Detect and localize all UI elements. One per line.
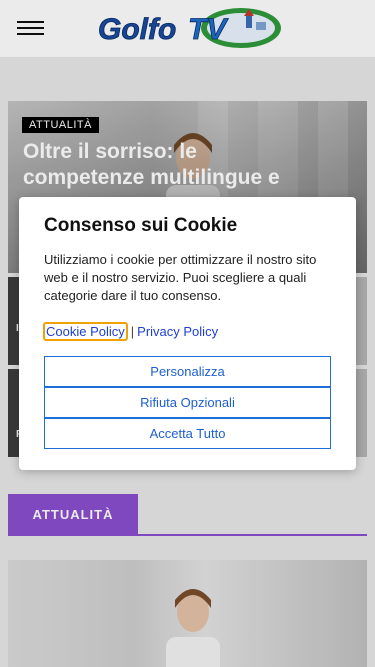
reject-optional-button[interactable]: Rifiuta Opzionali (44, 387, 331, 418)
customize-button[interactable]: Personalizza (44, 356, 331, 387)
dialog-title: Consenso sui Cookie (44, 215, 238, 236)
link-separator: | (130, 324, 135, 339)
privacy-policy-link[interactable]: Privacy Policy (137, 324, 218, 339)
accept-all-button[interactable]: Accetta Tutto (44, 418, 331, 449)
cookie-policy-link[interactable]: Cookie Policy (43, 322, 128, 341)
cookie-consent-dialog: Consenso sui Cookie Utilizziamo i cookie… (19, 197, 356, 470)
policy-links: Cookie Policy | Privacy Policy (43, 322, 218, 341)
dialog-description: Utilizziamo i cookie per ottimizzare il … (44, 252, 317, 303)
